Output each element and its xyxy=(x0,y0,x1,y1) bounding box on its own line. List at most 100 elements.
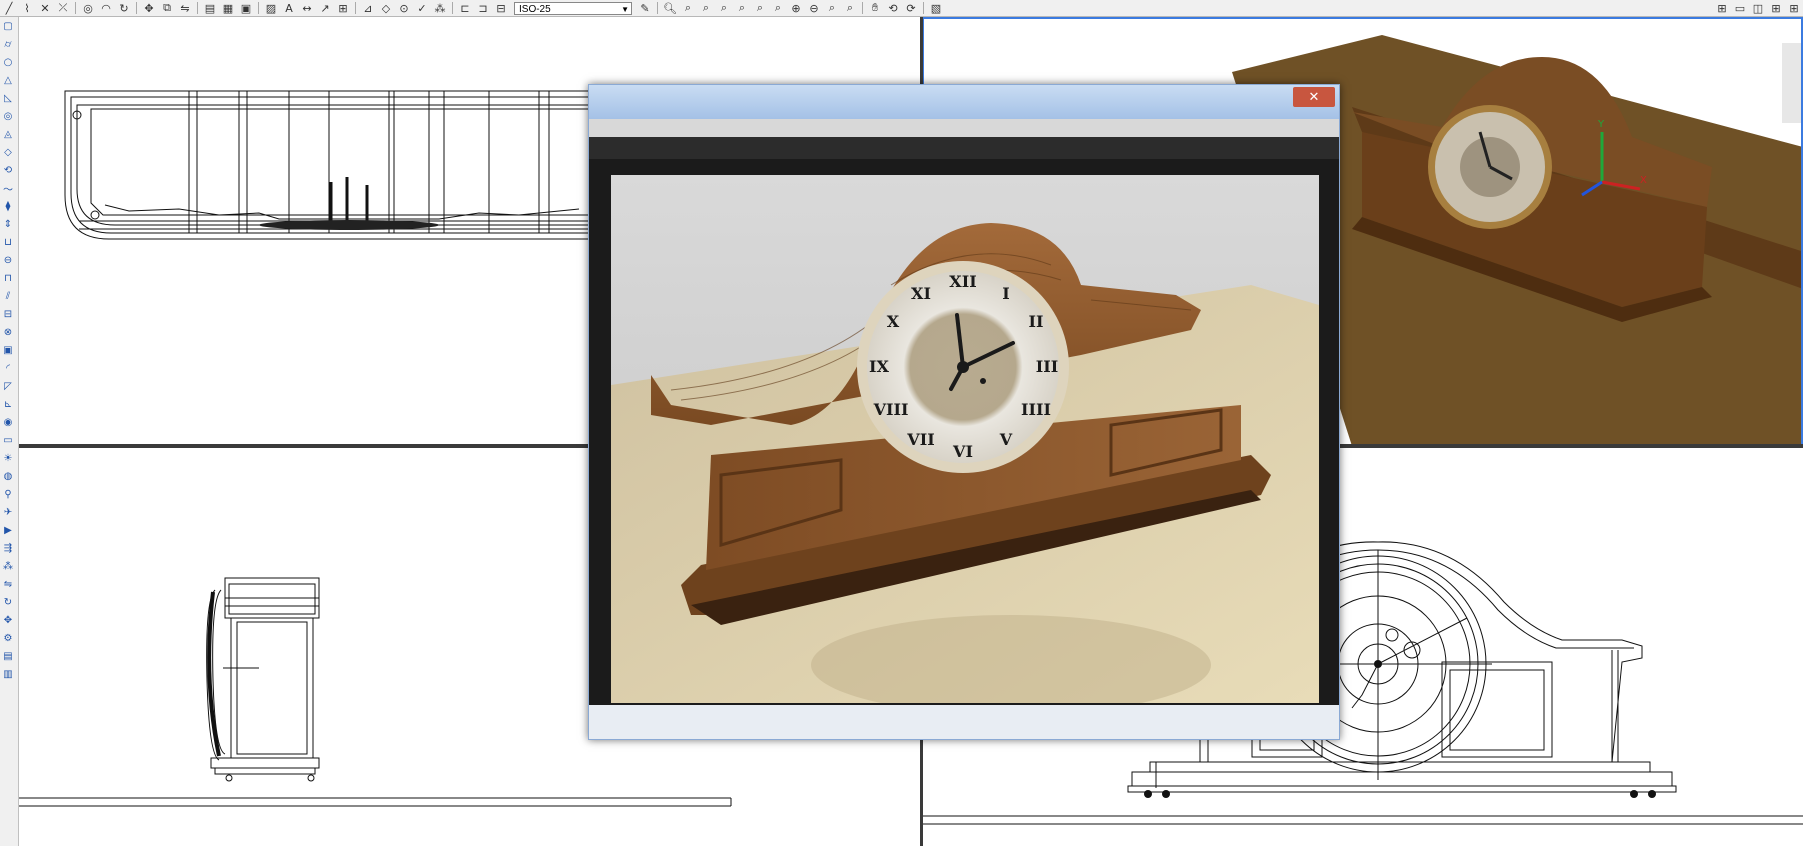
shell-icon[interactable]: ▣ xyxy=(0,341,16,359)
text-icon[interactable]: A xyxy=(280,1,298,15)
render-window-menubar[interactable] xyxy=(589,119,1339,137)
svg-text:XII: XII xyxy=(949,272,976,291)
pan-icon[interactable]: ✋︎ xyxy=(866,1,884,15)
line-icon[interactable]: ╱ xyxy=(0,1,18,15)
tablestyle-icon[interactable]: ⊟ xyxy=(492,1,510,15)
viewport-layout-icon[interactable]: ⊞ xyxy=(1713,1,1731,15)
table-icon[interactable]: ⊞ xyxy=(334,1,352,15)
orbit-icon[interactable]: ⟲ xyxy=(884,1,902,15)
check-icon[interactable]: ✓ xyxy=(413,1,431,15)
fly-icon[interactable]: ✈︎ xyxy=(0,503,16,521)
leader-icon[interactable]: ↗ xyxy=(316,1,334,15)
properties-icon[interactable]: ▦ xyxy=(219,1,237,15)
array-icon[interactable]: ⁂ xyxy=(431,1,449,15)
dimstyle-icon[interactable]: ⊏ xyxy=(456,1,474,15)
align-icon[interactable]: ⇶ xyxy=(0,539,16,557)
chevron-down-icon: ▼ xyxy=(621,4,629,14)
close-button[interactable]: ✕ xyxy=(1293,87,1335,107)
camera-icon[interactable]: ▭ xyxy=(0,431,16,449)
move-icon[interactable]: ✥ xyxy=(140,1,158,15)
zoom-out-icon[interactable]: ⊖ xyxy=(805,1,823,15)
block-icon[interactable]: ▣ xyxy=(237,1,255,15)
textstyle-icon[interactable]: ⊐ xyxy=(474,1,492,15)
hatch-icon[interactable]: ▨ xyxy=(262,1,280,15)
viewport-four-icon[interactable]: ⊞ xyxy=(1767,1,1785,15)
dimension-style-select[interactable]: ISO-25 ▼ xyxy=(514,1,632,15)
mirror-icon[interactable]: ⇋ xyxy=(176,1,194,15)
render-window-statusbar xyxy=(589,705,1339,739)
zoom-object-icon[interactable]: ⌕ xyxy=(769,1,787,15)
svg-text:VI: VI xyxy=(952,442,973,461)
animation-icon[interactable]: ▶ xyxy=(0,521,16,539)
section-icon[interactable]: ⊟ xyxy=(0,305,16,323)
3drotate-icon[interactable]: ↻ xyxy=(0,593,16,611)
svg-text:X: X xyxy=(887,312,900,331)
wedge-icon[interactable]: ◺ xyxy=(0,89,16,107)
3dmirror-icon[interactable]: ⇋ xyxy=(0,575,16,593)
presspull-icon[interactable]: ⇕ xyxy=(0,215,16,233)
area-icon[interactable]: ◇ xyxy=(377,1,395,15)
layout-icon[interactable]: ▥ xyxy=(0,665,16,683)
slice-icon[interactable]: ⫽ xyxy=(0,287,16,305)
3dmove-icon[interactable]: ✥ xyxy=(0,611,16,629)
box-icon[interactable]: ▢ xyxy=(0,17,16,35)
revolve-icon[interactable]: ⟲ xyxy=(0,161,16,179)
rotate-icon[interactable]: ↻ xyxy=(115,1,133,15)
zoom-realtime-icon[interactable]: 🔍︎ xyxy=(661,1,679,15)
chamfer-icon[interactable]: ◸ xyxy=(0,377,16,395)
mleader-style-icon[interactable]: ✎ xyxy=(636,1,654,15)
dimension-icon[interactable]: ↔ xyxy=(298,1,316,15)
viewport-two-icon[interactable]: ◫ xyxy=(1749,1,1767,15)
material-icon[interactable]: ◍ xyxy=(0,467,16,485)
cylinder-icon[interactable]: ⌭ xyxy=(0,35,16,53)
render-window[interactable]: ✕ XII I II III IIII V VI VII VIII IX X X… xyxy=(588,84,1340,740)
layer-icon[interactable]: ▤ xyxy=(201,1,219,15)
3darray-icon[interactable]: ⁂ xyxy=(0,557,16,575)
render-window-titlebar[interactable]: ✕ xyxy=(589,85,1339,119)
torus-icon[interactable]: ◎ xyxy=(0,107,16,125)
light-icon[interactable]: ☀︎ xyxy=(0,449,16,467)
union-icon[interactable]: ⊔ xyxy=(0,233,16,251)
render-window-toolbar[interactable] xyxy=(589,137,1339,159)
viewport-single-icon[interactable]: ▭ xyxy=(1731,1,1749,15)
subtract-icon[interactable]: ⊖ xyxy=(0,251,16,269)
ucs-icon[interactable]: ⊾ xyxy=(0,395,16,413)
zoom-window-icon[interactable]: ⌕ xyxy=(679,1,697,15)
pyramid-icon[interactable]: ◬ xyxy=(0,125,16,143)
free-orbit-icon[interactable]: ⟳ xyxy=(902,1,920,15)
gallery-icon[interactable]: ▤ xyxy=(0,647,16,665)
zoom-all-icon[interactable]: ⌕ xyxy=(823,1,841,15)
loft-icon[interactable]: ⧫ xyxy=(0,197,16,215)
sphere-icon[interactable]: ○ xyxy=(0,53,16,71)
left-toolbar: ▢ ⌭ ○ △ ◺ ◎ ◬ ◇ ⟲ 〜 ⧫ ⇕ ⊔ ⊖ ⊓ ⫽ ⊟ ⊗ ▣ ◜ … xyxy=(0,17,19,846)
trim-icon[interactable]: ✕ xyxy=(36,1,54,15)
circle-icon[interactable]: ◎ xyxy=(79,1,97,15)
toolbar-divider xyxy=(197,2,198,14)
zoom-previous-icon[interactable]: ⌕ xyxy=(697,1,715,15)
extend-icon[interactable]: ⤫ xyxy=(54,1,72,15)
arc-icon[interactable]: ◠ xyxy=(97,1,115,15)
copy-icon[interactable]: ⧉ xyxy=(158,1,176,15)
viewport-grid-icon[interactable]: ⊞ xyxy=(1785,1,1803,15)
zoom-extents-icon[interactable]: ⌕ xyxy=(841,1,859,15)
measure-icon[interactable]: ⊿ xyxy=(359,1,377,15)
settings-icon[interactable]: ⚙︎ xyxy=(0,629,16,647)
zoom-in-icon[interactable]: ⊕ xyxy=(787,1,805,15)
interfere-icon[interactable]: ⊗ xyxy=(0,323,16,341)
toolbar-divider xyxy=(136,2,137,14)
fillet-icon[interactable]: ◜ xyxy=(0,359,16,377)
zoom-scale-icon[interactable]: ⌕ xyxy=(733,1,751,15)
close-icon: ✕ xyxy=(1308,89,1320,104)
sweep-icon[interactable]: 〜 xyxy=(0,179,16,197)
point-icon[interactable]: ⊙ xyxy=(395,1,413,15)
view-icon[interactable]: ◉ xyxy=(0,413,16,431)
intersect-icon[interactable]: ⊓ xyxy=(0,269,16,287)
cone-icon[interactable]: △ xyxy=(0,71,16,89)
toolbar-divider xyxy=(923,2,924,14)
zoom-dynamic-icon[interactable]: ⌕ xyxy=(715,1,733,15)
polyline-icon[interactable]: ⌇ xyxy=(18,1,36,15)
walk-icon[interactable]: ⚲ xyxy=(0,485,16,503)
extrude-icon[interactable]: ◇ xyxy=(0,143,16,161)
zoom-center-icon[interactable]: ⌕ xyxy=(751,1,769,15)
render-icon[interactable]: ▧ xyxy=(927,1,945,15)
